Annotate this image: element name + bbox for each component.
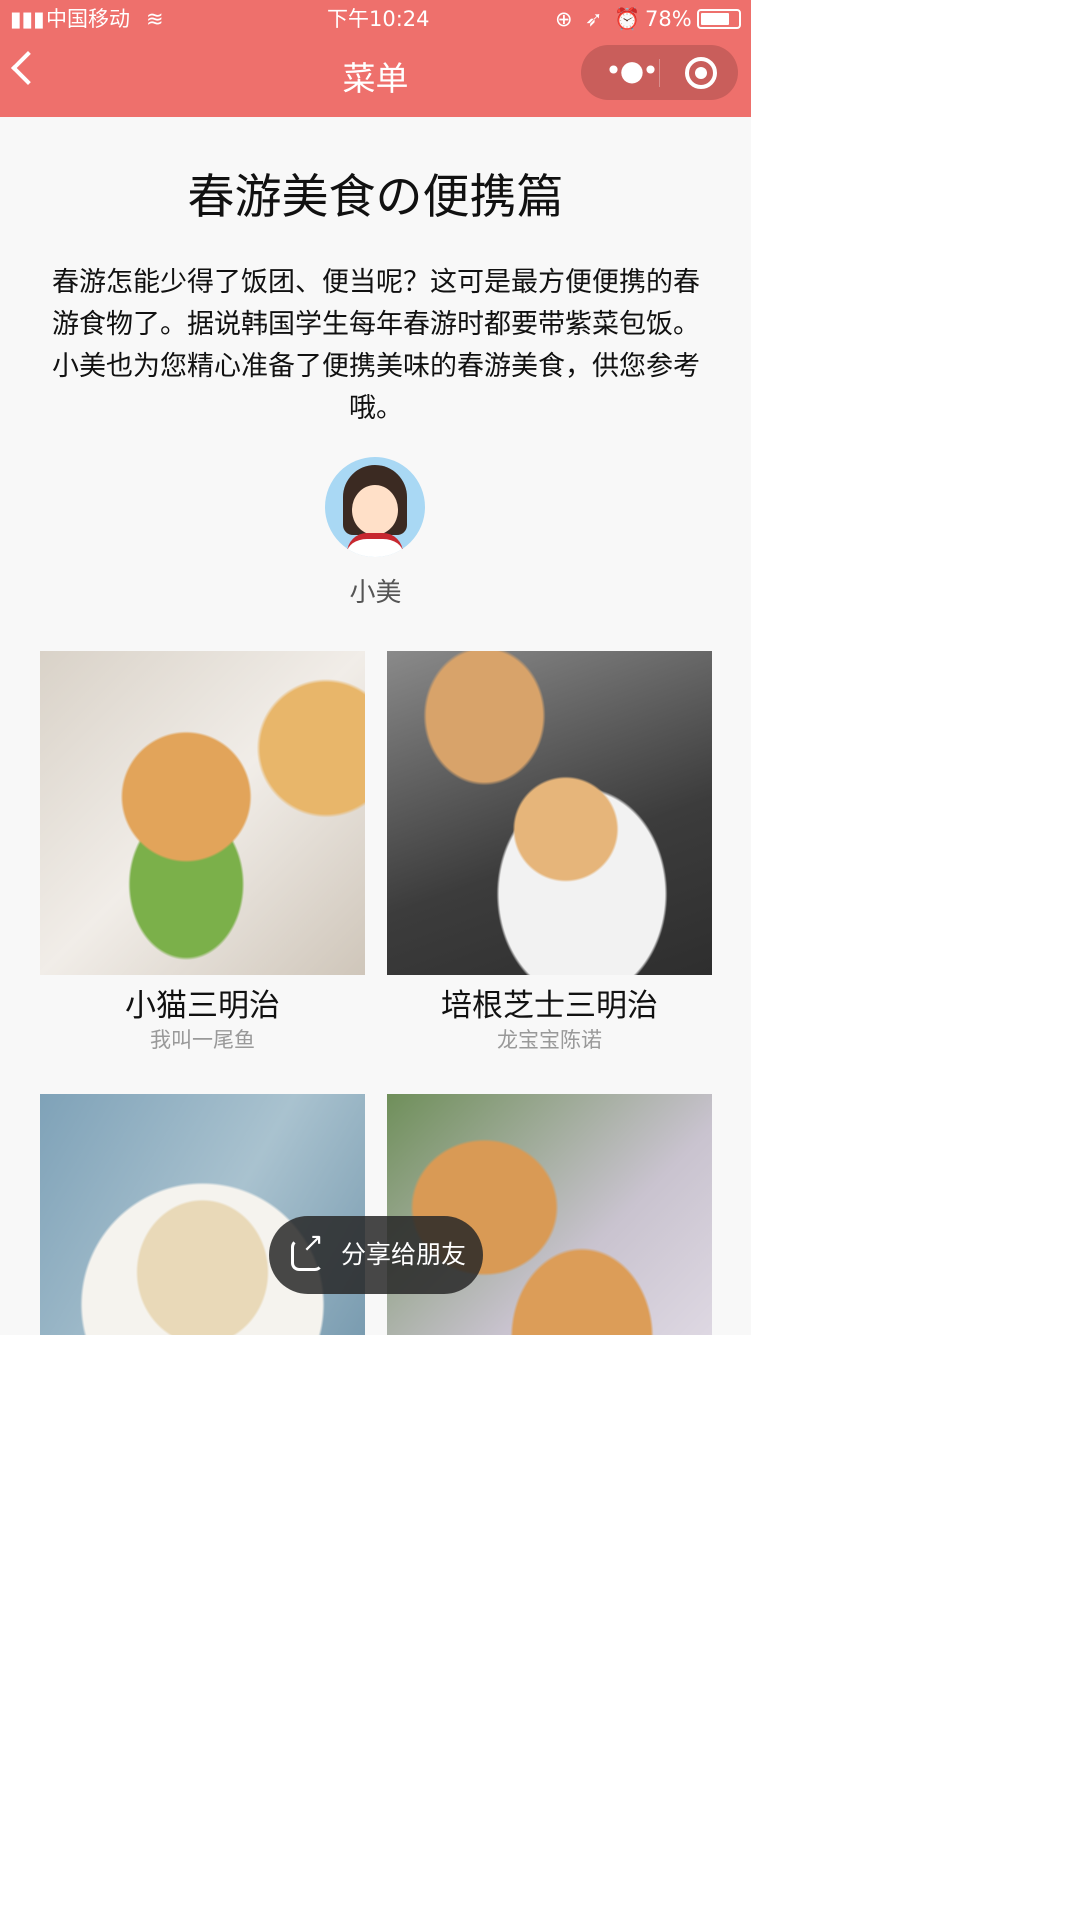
recipe-image [387,651,712,975]
recipe-image [40,651,365,975]
close-miniprogram-button[interactable] [685,57,717,89]
recipe-image [40,1094,365,1335]
clock: 下午10:24 [327,7,430,31]
author-avatar[interactable] [325,457,425,557]
share-icon [291,1228,324,1271]
more-button[interactable]: •●• [603,57,659,87]
capsule-divider [659,59,660,87]
article-intro: 春游怎能少得了饭团、便当呢？这可是最方便便携的春游食物了。据说韩国学生每年春游时… [52,267,700,424]
recipe-name: 小猫三明治 [125,988,280,1024]
battery-icon [697,9,741,29]
recipe-author: 我叫一尾鱼 [150,1028,255,1052]
recipe-image [387,1094,712,1335]
carrier: 中国移动 [46,7,130,31]
recipe-card[interactable] [40,1094,365,1335]
share-to-friends-button[interactable]: 分享给朋友 [269,1216,483,1294]
share-label: 分享给朋友 [341,1240,467,1269]
recipe-card[interactable]: 培根芝士三明治 龙宝宝陈诺 [387,651,712,1055]
location-icon: ➶ [585,7,603,31]
wifi-icon: ≋ [146,7,164,31]
article-title: 春游美食の便携篇 [187,170,564,225]
signal-icon: ▮▮▮ [10,7,45,31]
rotation-lock-icon: ⊕ [555,7,573,31]
battery-percent: 78% [645,7,692,31]
capsule-menu: •●• [581,45,738,100]
recipe-card[interactable] [387,1094,712,1335]
recipe-author: 龙宝宝陈诺 [497,1028,602,1052]
recipe-card[interactable]: 小猫三明治 我叫一尾鱼 [40,651,365,1055]
alarm-icon: ⏰ [614,7,641,31]
mini-program-screen: ▮▮▮ 中国移动 ≋ 下午10:24 ⊕ ➶ ⏰ 78% 菜单 •●• 春游美食… [0,0,751,1335]
recipe-name: 培根芝士三明治 [441,988,658,1024]
header: ▮▮▮ 中国移动 ≋ 下午10:24 ⊕ ➶ ⏰ 78% 菜单 •●• [0,0,751,117]
author-name[interactable]: 小美 [0,572,751,609]
